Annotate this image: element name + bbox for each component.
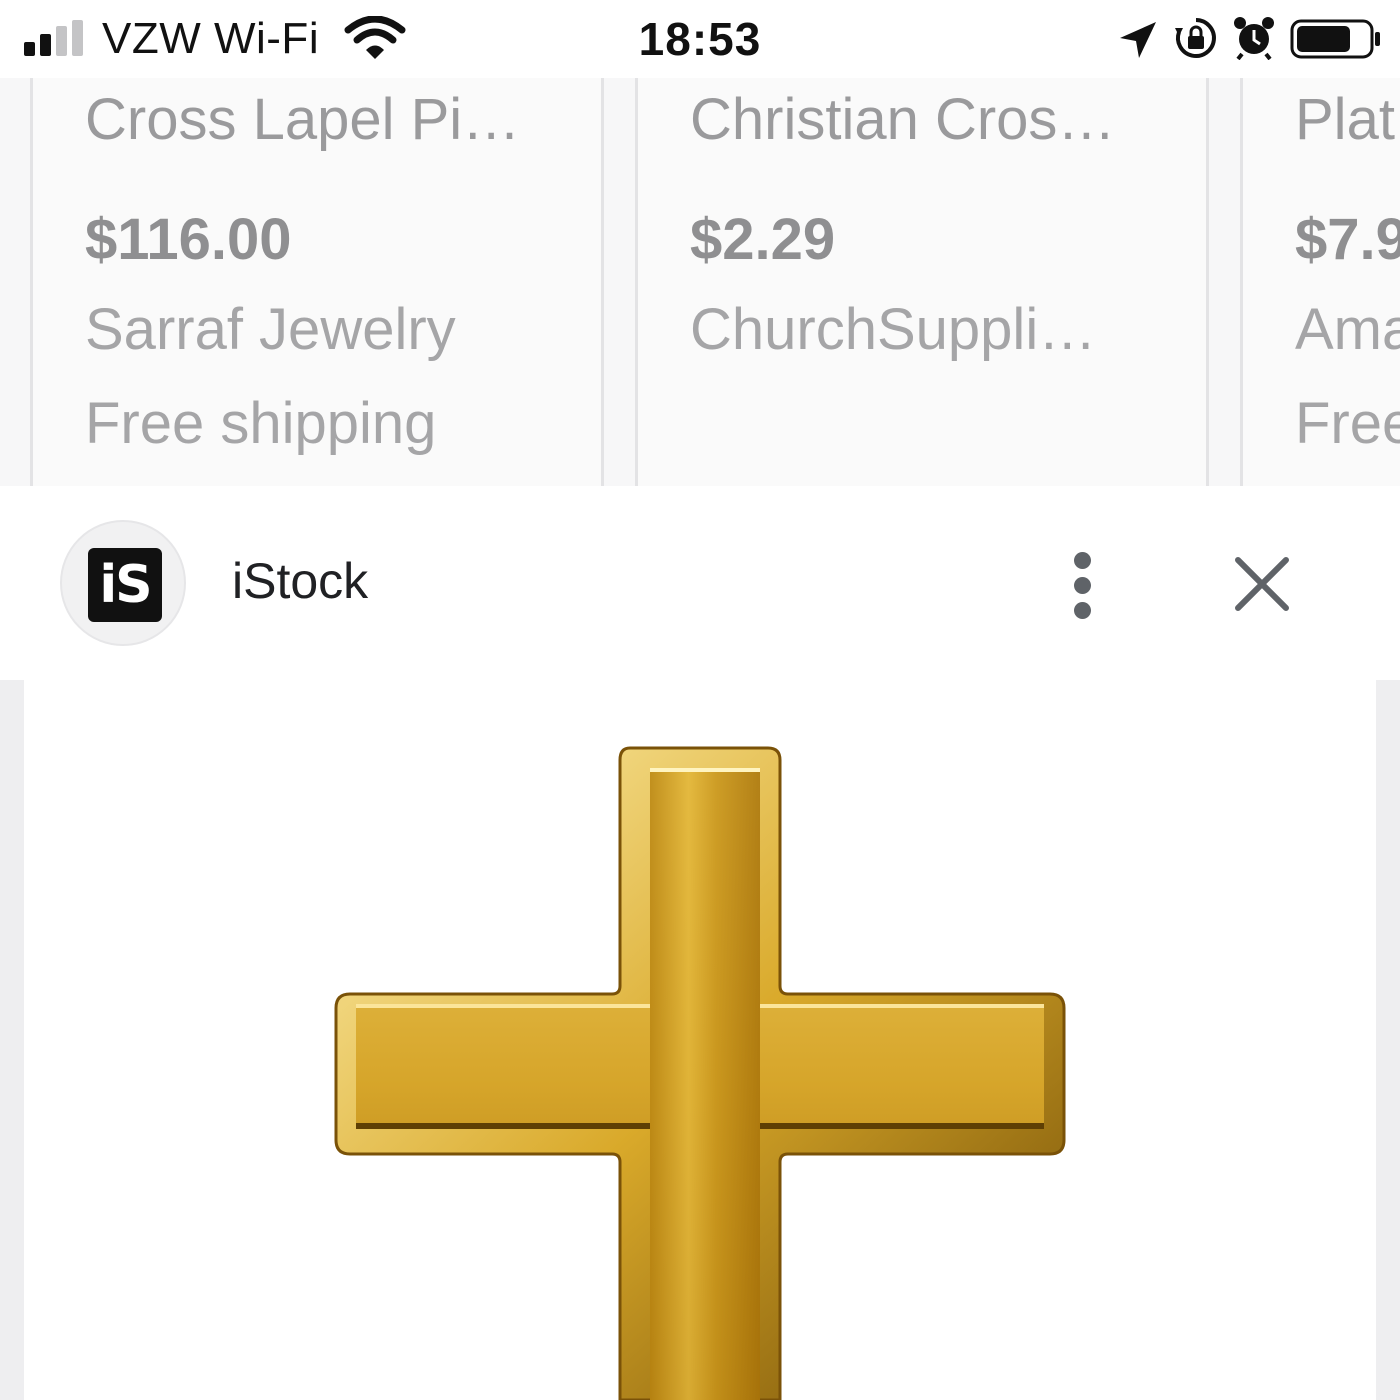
more-options-button[interactable]: [1054, 546, 1112, 626]
more-vert-icon-dot: [1074, 602, 1091, 619]
product-title: Cross Lapel Pi…: [85, 87, 521, 152]
product-seller: ChurchSuppli…: [690, 297, 1097, 362]
preview-image-area[interactable]: [24, 680, 1376, 1400]
product-price: $7.9: [1295, 207, 1400, 272]
more-vert-icon: [1074, 552, 1091, 569]
battery-icon: [1290, 19, 1380, 59]
product-price: $116.00: [85, 207, 292, 272]
source-name[interactable]: iStock: [232, 552, 368, 610]
product-seller: Sarraf Jewelry: [85, 297, 456, 362]
source-header: iS iStock: [0, 486, 1400, 680]
image-preview: [0, 680, 1400, 1400]
product-carousel[interactable]: Cross Lapel Pi… $116.00 Sarraf Jewelry F…: [0, 78, 1400, 486]
product-shipping: Free: [1295, 391, 1400, 456]
page: VZW Wi-Fi 18:53 Cross Lapel Pi… $116.00 …: [0, 0, 1400, 1400]
rotation-lock-icon: [1175, 18, 1216, 58]
product-card[interactable]: Cross Lapel Pi… $116.00 Sarraf Jewelry F…: [30, 78, 604, 486]
close-icon: [1235, 557, 1289, 611]
product-card[interactable]: Christian Cros… $2.29 ChurchSuppli…: [635, 78, 1209, 486]
gold-cross-image: [334, 746, 1066, 1400]
more-vert-icon-dot: [1074, 577, 1091, 594]
product-price: $2.29: [690, 207, 836, 272]
product-title: Christian Cros…: [690, 87, 1116, 152]
istock-logo: iS: [88, 548, 162, 622]
close-button[interactable]: [1228, 550, 1296, 618]
product-shipping: Free shipping: [85, 391, 437, 456]
location-arrow-icon: [1120, 22, 1156, 58]
product-title: Plat: [1295, 87, 1395, 152]
source-avatar[interactable]: iS: [60, 520, 186, 646]
product-card[interactable]: Plat $7.9 Ama Free: [1240, 78, 1400, 486]
product-seller: Ama: [1295, 297, 1400, 362]
status-bar: VZW Wi-Fi 18:53: [0, 0, 1400, 78]
alarm-icon: [1234, 17, 1274, 60]
